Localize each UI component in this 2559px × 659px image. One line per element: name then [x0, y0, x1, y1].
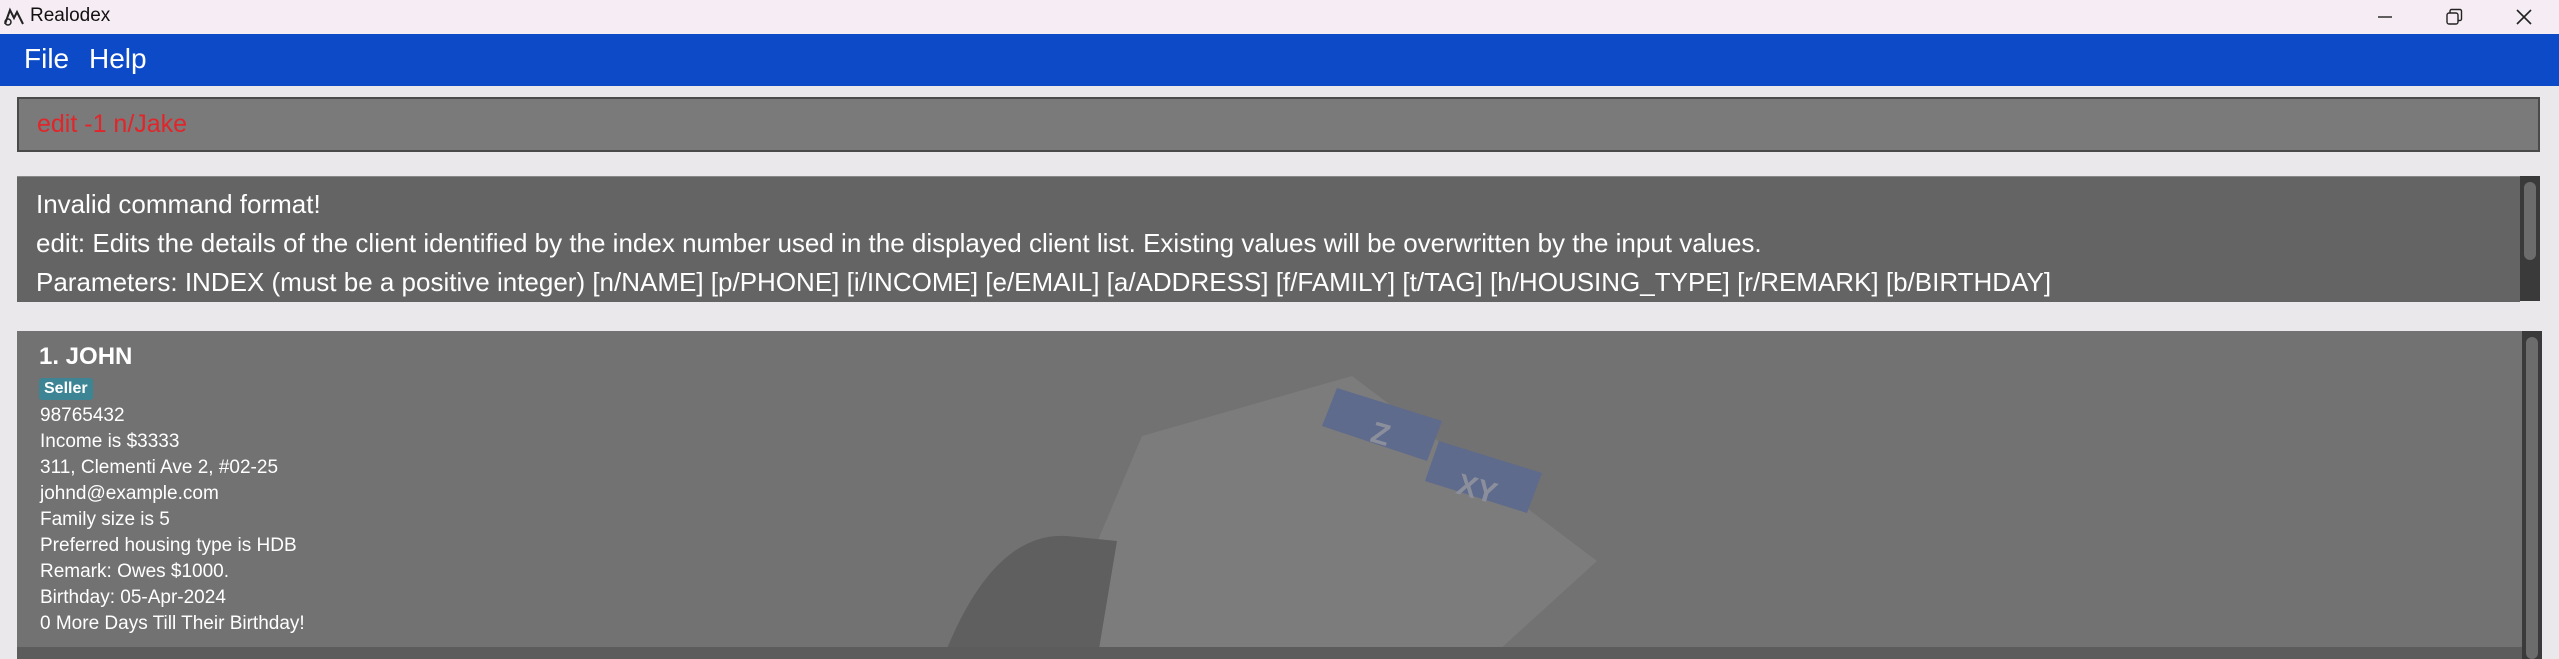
hand-shape	[942, 535, 1117, 659]
client-birthday-countdown: 0 More Days Till Their Birthday!	[40, 613, 305, 634]
client-remark: Remark: Owes $1000.	[40, 561, 230, 582]
minimize-icon	[2378, 16, 2392, 18]
background-illustration: Z XY	[942, 376, 1597, 659]
result-scrollbar-thumb[interactable]	[2524, 182, 2536, 260]
result-scrollbar[interactable]	[2520, 176, 2540, 301]
result-display: Invalid command format! edit: Edits the …	[17, 176, 2520, 302]
restore-icon	[2446, 8, 2463, 25]
client-address: 311, Clementi Ave 2, #02-25	[40, 457, 279, 478]
menu-file[interactable]: File	[24, 43, 69, 75]
folder-shape	[1047, 376, 1597, 659]
result-line: Parameters: INDEX (must be a positive in…	[36, 267, 2052, 297]
menu-bar: File Help	[0, 34, 2559, 86]
title-bar: Realodex	[0, 0, 2559, 34]
app-logo-icon	[4, 7, 24, 26]
client-income: Income is $3333	[40, 431, 180, 452]
client-phone: 98765432	[40, 405, 125, 426]
close-button[interactable]	[2489, 0, 2559, 34]
client-list-scrollbar[interactable]	[2522, 331, 2542, 659]
client-list: Z XY 1. JOHN Seller 98765432 Income is $…	[17, 331, 2522, 659]
menu-help[interactable]: Help	[89, 43, 147, 75]
client-name: 1. JOHN	[39, 343, 133, 370]
client-list-scrollbar-thumb[interactable]	[2526, 337, 2538, 659]
result-line: edit: Edits the details of the client id…	[36, 228, 1762, 258]
card-divider	[17, 647, 2522, 659]
restore-button[interactable]	[2419, 0, 2489, 34]
result-line: Invalid command format!	[36, 189, 321, 219]
command-input-text: edit -1 n/Jake	[37, 110, 188, 138]
client-birthday: Birthday: 05-Apr-2024	[40, 587, 226, 608]
window-title: Realodex	[30, 5, 111, 26]
command-panel: edit -1 n/Jake	[0, 86, 2559, 166]
client-email: johnd@example.com	[40, 483, 219, 504]
client-family: Family size is 5	[40, 509, 170, 530]
client-tag: Seller	[39, 378, 93, 400]
client-housing: Preferred housing type is HDB	[40, 535, 297, 556]
minimize-button[interactable]	[2350, 0, 2420, 34]
close-icon	[2516, 9, 2532, 25]
command-input[interactable]: edit -1 n/Jake	[17, 97, 2540, 152]
